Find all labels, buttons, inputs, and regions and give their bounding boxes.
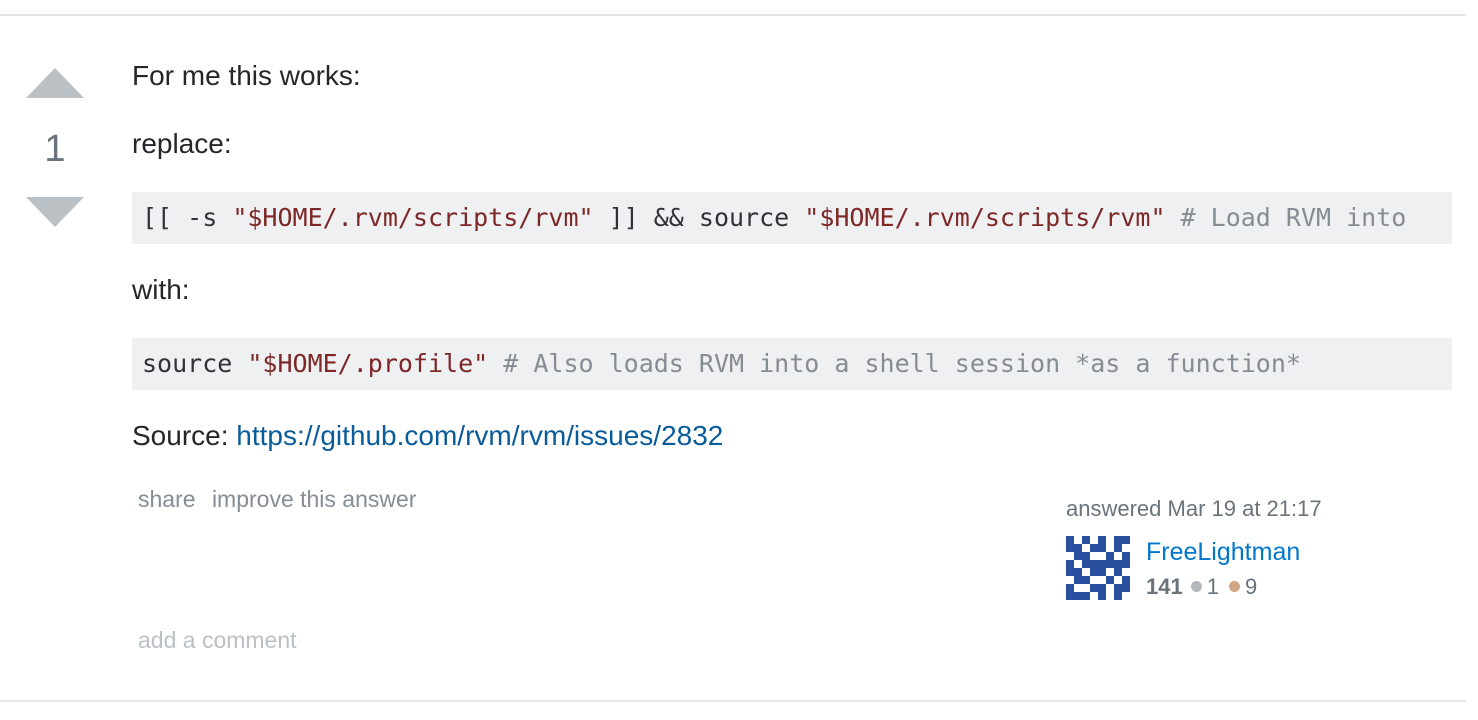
top-divider	[0, 14, 1466, 16]
code-comment: # Also loads RVM into a shell session *a…	[488, 349, 1301, 378]
post-paragraph: For me this works:	[132, 60, 361, 91]
improve-answer-link[interactable]: improve this answer	[212, 486, 417, 512]
bottom-divider	[0, 700, 1466, 702]
silver-badge-icon	[1190, 580, 1202, 592]
code-comment: # Load RVM into	[1165, 203, 1407, 232]
code-block: [[ -s "$HOME/.rvm/scripts/rvm" ]] && sou…	[132, 192, 1452, 244]
code-block: source "$HOME/.profile" # Also loads RVM…	[132, 338, 1452, 390]
bronze-badge-count: 9	[1244, 574, 1258, 599]
source-label: Source:	[132, 420, 237, 451]
code-token: source	[142, 349, 248, 378]
user-avatar[interactable]	[1066, 536, 1130, 600]
answered-timestamp: answered Mar 19 at 21:17	[1066, 496, 1322, 521]
source-line: Source: https://github.com/rvm/rvm/issue…	[132, 416, 723, 456]
code-token: ]] && source	[593, 203, 805, 232]
user-stats: 141 1 9	[1146, 574, 1257, 600]
bronze-badge-icon	[1228, 580, 1240, 592]
downvote-arrow-icon[interactable]	[26, 197, 84, 227]
user-signature: answered Mar 19 at 21:17 FreeLightman 14…	[1066, 496, 1446, 600]
post-menu: share improve this answer	[138, 486, 426, 513]
upvote-arrow-icon[interactable]	[26, 68, 84, 98]
add-comment-link[interactable]: add a comment	[138, 627, 297, 654]
source-link[interactable]: https://github.com/rvm/rvm/issues/2832	[236, 420, 723, 451]
code-string: "$HOME/.profile"	[247, 349, 489, 378]
user-name-link[interactable]: FreeLightman	[1146, 538, 1300, 567]
post-paragraph: with:	[132, 274, 190, 305]
code-token: [[ -s	[142, 203, 233, 232]
vote-count: 1	[44, 128, 66, 170]
reputation-score: 141	[1146, 574, 1183, 599]
share-link[interactable]: share	[138, 486, 196, 512]
post-paragraph: replace:	[132, 128, 232, 159]
code-string: "$HOME/.rvm/scripts/rvm"	[804, 203, 1166, 232]
silver-badge-count: 1	[1206, 574, 1219, 599]
code-string: "$HOME/.rvm/scripts/rvm"	[232, 203, 594, 232]
